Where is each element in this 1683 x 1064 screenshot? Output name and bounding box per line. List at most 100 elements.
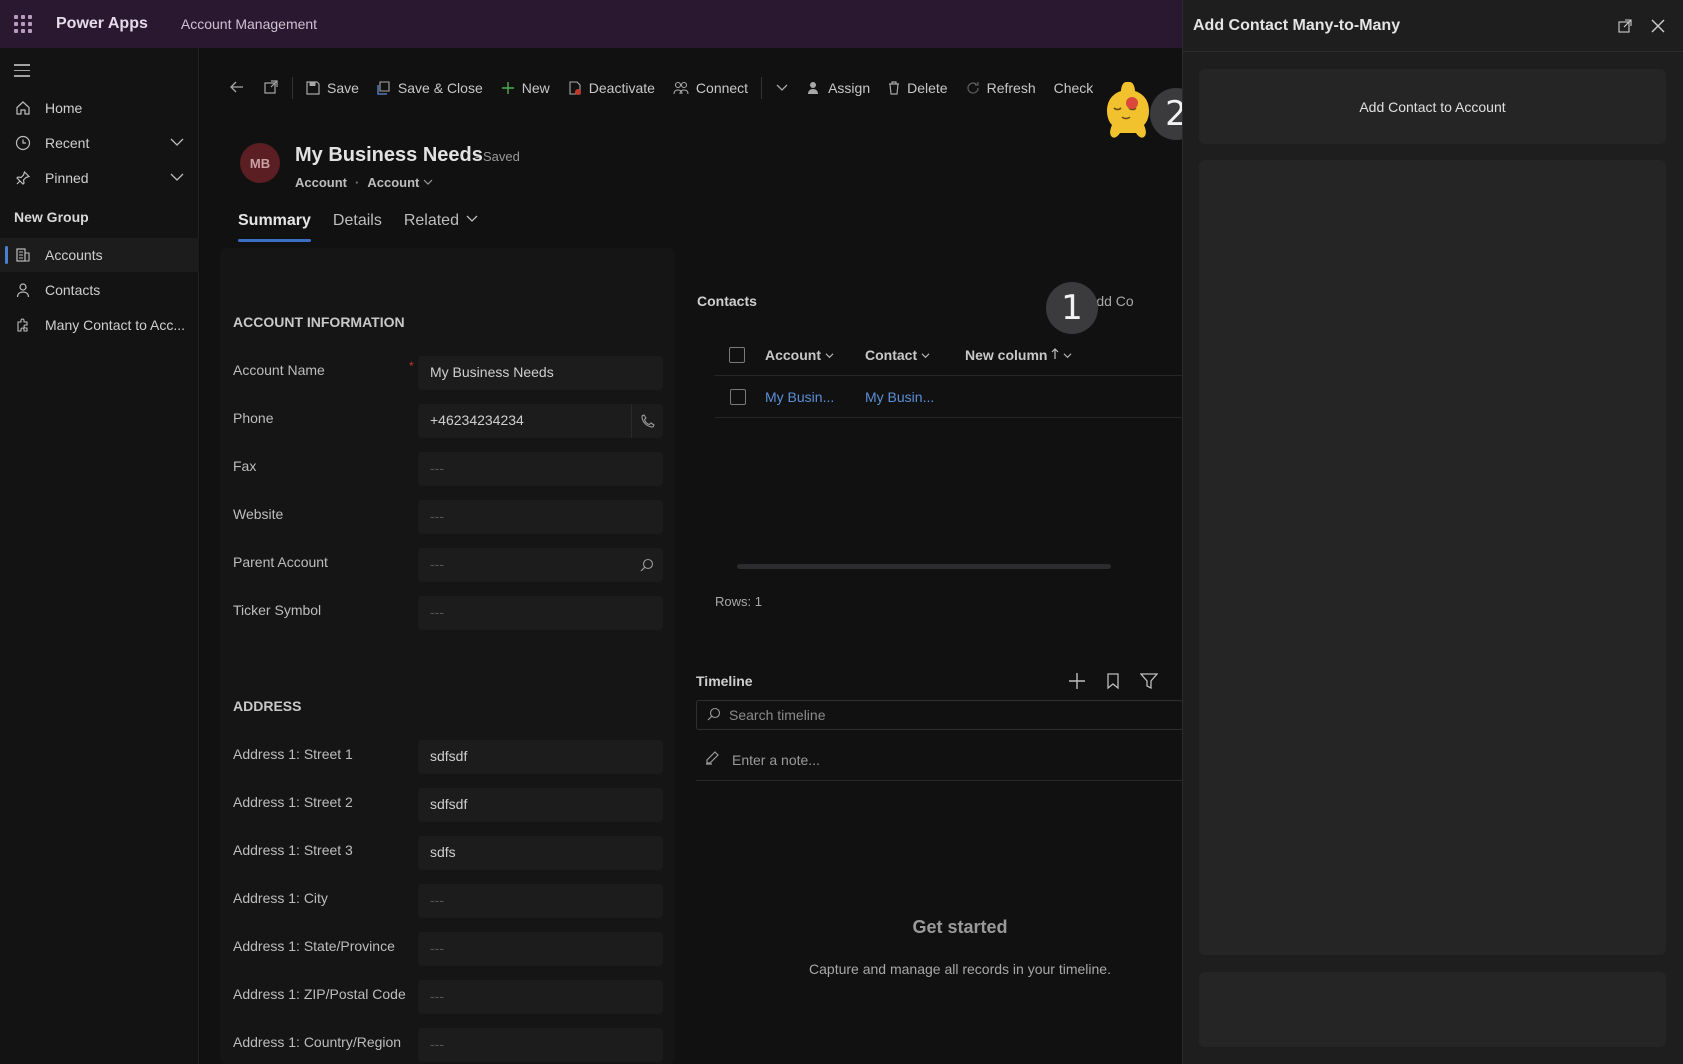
account-name-input[interactable]: My Business Needs bbox=[418, 356, 663, 390]
nav-item-home[interactable]: Home bbox=[0, 91, 199, 125]
sort-ascending-icon bbox=[1051, 347, 1059, 363]
column-header-label: Contact bbox=[865, 346, 918, 363]
pencil-icon bbox=[704, 750, 720, 769]
parent-account-value: --- bbox=[430, 556, 444, 572]
new-label: New bbox=[521, 80, 550, 96]
subgrid-title: Contacts bbox=[697, 293, 757, 309]
field-website: Website --- bbox=[233, 500, 663, 534]
expand-icon[interactable] bbox=[1615, 16, 1635, 36]
save-icon bbox=[306, 81, 320, 95]
chevron-down-icon[interactable] bbox=[169, 169, 185, 188]
nav-label-accounts: Accounts bbox=[45, 247, 103, 263]
timeline-section: Timeline Search timeline Enter a note...… bbox=[695, 623, 1183, 1064]
close-icon[interactable] bbox=[1648, 16, 1668, 36]
horizontal-scrollbar[interactable] bbox=[737, 564, 1111, 569]
nav-label-contacts: Contacts bbox=[45, 282, 101, 298]
record-save-status: - Saved bbox=[475, 149, 520, 164]
add-contact-to-account-card[interactable]: Add Contact to Account bbox=[1199, 69, 1666, 144]
chevron-down-icon bbox=[423, 175, 433, 190]
search-icon[interactable] bbox=[631, 548, 663, 582]
field-label: Ticker Symbol bbox=[233, 602, 322, 618]
refresh-label: Refresh bbox=[986, 80, 1036, 96]
divider bbox=[292, 77, 293, 99]
add-icon[interactable] bbox=[1068, 672, 1086, 693]
select-all-checkbox[interactable] bbox=[729, 346, 745, 363]
column-header-account[interactable]: Account bbox=[765, 347, 865, 363]
column-header-new-column[interactable]: New column bbox=[965, 347, 1072, 363]
fax-input[interactable]: --- bbox=[418, 452, 663, 486]
app-launcher-icon[interactable] bbox=[0, 0, 46, 48]
delete-label: Delete bbox=[907, 80, 948, 96]
field-country: Address 1: Country/Region --- bbox=[233, 1028, 663, 1062]
street-2-input[interactable]: sdfsdf bbox=[418, 788, 663, 822]
row-checkbox[interactable] bbox=[730, 388, 746, 405]
field-phone: Phone +46234234234 bbox=[233, 404, 663, 438]
city-input[interactable]: --- bbox=[418, 884, 663, 918]
section-title-address: ADDRESS bbox=[233, 698, 302, 714]
field-ticker-symbol: Ticker Symbol --- bbox=[233, 596, 663, 630]
tab-details[interactable]: Details bbox=[333, 211, 382, 242]
tab-summary[interactable]: Summary bbox=[238, 211, 311, 242]
nav-item-recent[interactable]: Recent bbox=[0, 126, 199, 160]
nav-label-home: Home bbox=[45, 100, 83, 116]
nav-item-pinned[interactable]: Pinned bbox=[0, 161, 199, 195]
home-icon bbox=[14, 99, 32, 117]
form-selector[interactable]: Account bbox=[367, 175, 433, 190]
save-close-icon bbox=[377, 81, 391, 95]
nav-item-contacts[interactable]: Contacts bbox=[0, 273, 199, 307]
puzzle-icon bbox=[14, 316, 32, 334]
connect-button[interactable]: Connect bbox=[664, 68, 757, 108]
country-input[interactable]: --- bbox=[418, 1028, 663, 1062]
save-button[interactable]: Save bbox=[297, 68, 368, 108]
search-placeholder: Search timeline bbox=[729, 707, 826, 723]
assign-button[interactable]: Assign bbox=[798, 68, 879, 108]
timeline-search-input[interactable]: Search timeline bbox=[696, 700, 1183, 730]
table-row[interactable]: My Busin... My Busin... bbox=[715, 376, 1183, 418]
phone-input[interactable]: +46234234234 bbox=[418, 404, 663, 438]
save-close-button[interactable]: Save & Close bbox=[368, 68, 492, 108]
street-1-input[interactable]: sdfsdf bbox=[418, 740, 663, 774]
open-new-window-button[interactable] bbox=[254, 68, 288, 108]
state-input[interactable]: --- bbox=[418, 932, 663, 966]
phone-call-icon[interactable] bbox=[631, 404, 663, 438]
ticker-symbol-input[interactable]: --- bbox=[418, 596, 663, 630]
column-header-contact[interactable]: Contact bbox=[865, 347, 965, 363]
nav-group-title: New Group bbox=[14, 209, 89, 225]
person-icon bbox=[14, 281, 32, 299]
nav-label-recent: Recent bbox=[45, 135, 90, 151]
refresh-button[interactable]: Refresh bbox=[957, 68, 1045, 108]
parent-account-lookup[interactable]: --- bbox=[418, 548, 663, 582]
street-3-input[interactable]: sdfs bbox=[418, 836, 663, 870]
chevron-down-icon[interactable] bbox=[169, 134, 185, 153]
field-label: Account Name bbox=[233, 362, 325, 378]
field-label: Address 1: State/Province bbox=[233, 938, 395, 954]
deactivate-button[interactable]: Deactivate bbox=[559, 68, 664, 108]
website-input[interactable]: --- bbox=[418, 500, 663, 534]
bookmark-icon[interactable] bbox=[1104, 672, 1122, 693]
app-name[interactable]: Power Apps bbox=[56, 15, 148, 33]
row-account-link[interactable]: My Busin... bbox=[765, 389, 865, 405]
app-area-title[interactable]: Account Management bbox=[181, 16, 317, 32]
zip-input[interactable]: --- bbox=[418, 980, 663, 1014]
hamburger-menu-icon[interactable] bbox=[14, 64, 30, 81]
timeline-empty-subtitle: Capture and manage all records in your t… bbox=[809, 961, 1111, 977]
tab-related[interactable]: Related bbox=[404, 211, 479, 242]
nav-item-accounts[interactable]: Accounts bbox=[0, 238, 199, 272]
timeline-note-input[interactable]: Enter a note... bbox=[696, 739, 1183, 781]
delete-button[interactable]: Delete bbox=[879, 68, 956, 108]
field-city: Address 1: City --- bbox=[233, 884, 663, 918]
row-contact-link[interactable]: My Busin... bbox=[865, 389, 965, 405]
field-state: Address 1: State/Province --- bbox=[233, 932, 663, 966]
back-button[interactable] bbox=[220, 68, 254, 108]
new-button[interactable]: New bbox=[492, 68, 559, 108]
more-connect-dropdown[interactable] bbox=[766, 68, 798, 108]
filter-icon[interactable] bbox=[1139, 672, 1159, 693]
side-panel-header: Add Contact Many-to-Many bbox=[1183, 0, 1683, 52]
nav-item-many-contact[interactable]: Many Contact to Acc... bbox=[0, 308, 199, 342]
chevron-down-icon bbox=[1063, 347, 1072, 363]
note-placeholder: Enter a note... bbox=[732, 751, 820, 768]
save-close-label: Save & Close bbox=[397, 80, 483, 96]
field-parent-account: Parent Account --- bbox=[233, 548, 663, 582]
contacts-subgrid: Contacts Add Co Account Contact New colu… bbox=[695, 278, 1183, 615]
check-button[interactable]: Check bbox=[1045, 68, 1103, 108]
